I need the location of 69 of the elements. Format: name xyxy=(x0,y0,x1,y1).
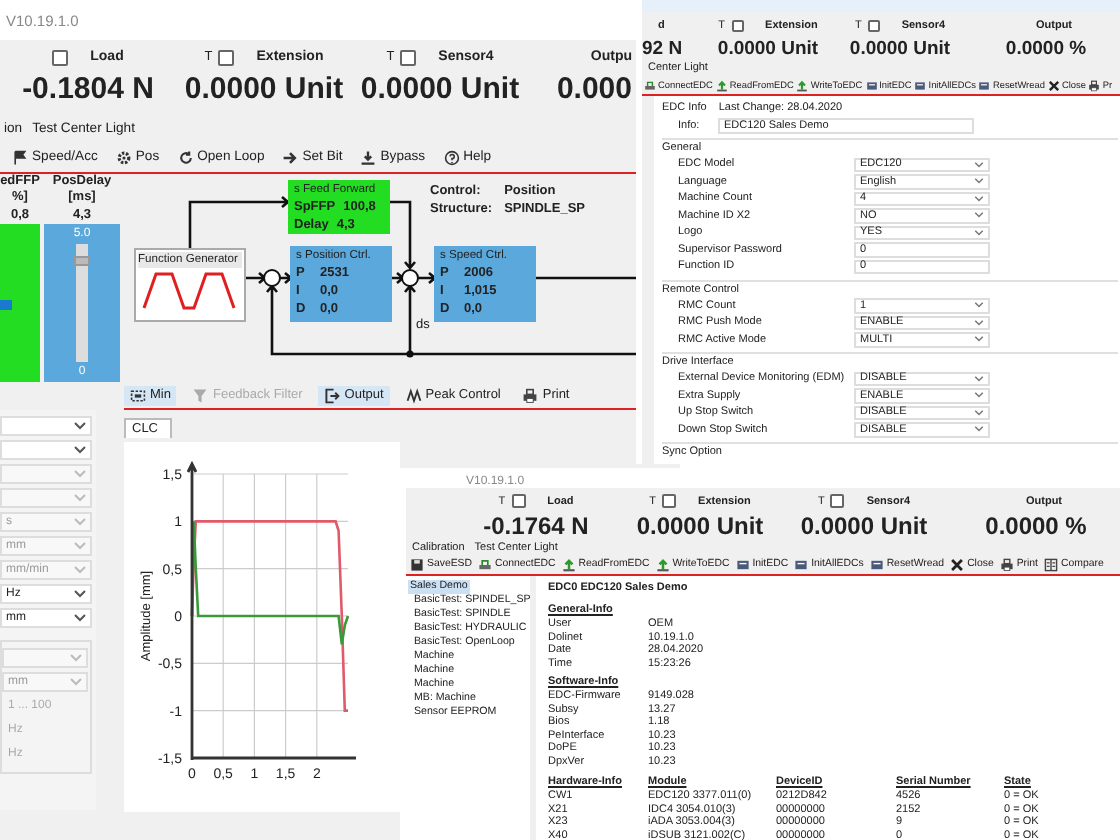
slider-thumb[interactable] xyxy=(0,299,12,309)
upload-icon xyxy=(715,79,728,92)
chip-icon xyxy=(735,557,750,572)
chevron-down-icon xyxy=(74,518,86,526)
chip-icon xyxy=(914,79,927,92)
wave-icon xyxy=(405,387,422,403)
sensor-value: -0.1764 N xyxy=(483,512,589,541)
slider-thumb[interactable] xyxy=(74,256,90,267)
checkbox[interactable] xyxy=(662,494,677,509)
sensor-value: 0.0000 Unit xyxy=(636,512,764,541)
sensor-value: -0.1804 N xyxy=(22,72,154,106)
gear-icon xyxy=(115,149,132,165)
sensor-value: 92 N xyxy=(642,38,683,61)
sensor-value: 0.0000 % xyxy=(1005,38,1087,61)
help-icon xyxy=(443,149,460,165)
minimize-icon xyxy=(130,387,146,403)
upload-icon xyxy=(561,557,576,572)
summing-junction-icon xyxy=(401,269,419,287)
circular-arrow-icon xyxy=(177,149,194,165)
exit-arrow-icon xyxy=(324,387,341,403)
checkbox[interactable] xyxy=(52,49,69,65)
close-icon xyxy=(950,557,965,572)
sensor-value: 0.0000 % xyxy=(985,512,1087,541)
sensor-value: 0.0000 Unit xyxy=(849,38,951,61)
sensor-value: 0.0000 Unit xyxy=(184,72,344,106)
flag-icon xyxy=(12,149,28,165)
chevron-down-icon xyxy=(74,446,86,454)
chevron-down-icon xyxy=(74,590,86,598)
upload-icon xyxy=(655,557,670,572)
sensor-value: 0.0000 Unit xyxy=(360,72,520,106)
chevron-down-icon xyxy=(74,566,86,574)
dropdown[interactable] xyxy=(0,440,92,460)
checkbox[interactable] xyxy=(218,49,235,65)
checkbox[interactable] xyxy=(511,494,526,509)
chip-icon xyxy=(865,79,878,92)
checkbox[interactable] xyxy=(867,19,880,32)
sensor-value: 0.0000 Unit xyxy=(800,512,928,541)
chevron-down-icon xyxy=(74,542,86,550)
chevron-down-icon xyxy=(74,422,86,430)
chip-icon xyxy=(869,557,884,572)
right-arrow-icon xyxy=(282,149,299,165)
checkbox[interactable] xyxy=(400,49,417,65)
download-icon xyxy=(360,149,377,165)
chevron-down-icon xyxy=(74,470,86,478)
close-icon xyxy=(1047,79,1060,92)
funnel-icon xyxy=(192,387,209,403)
trapezoid-wave-drawing xyxy=(142,268,238,312)
checkbox[interactable] xyxy=(830,494,845,509)
upload-icon xyxy=(796,79,809,92)
chevron-down-icon xyxy=(70,654,82,662)
summing-junction-icon xyxy=(263,269,281,287)
compare-icon xyxy=(1044,557,1058,572)
plug-icon xyxy=(478,557,492,572)
signal-line xyxy=(188,195,291,250)
junction-dot-icon xyxy=(406,350,414,358)
printer-icon xyxy=(1088,79,1101,92)
chevron-down-icon xyxy=(70,678,82,686)
sensor-value: 0.0000 Unit xyxy=(717,38,819,61)
chevron-down-icon xyxy=(74,614,86,622)
plug-icon xyxy=(644,79,656,92)
sensor-value: 0.000 xyxy=(556,72,632,106)
chip-icon xyxy=(978,79,991,92)
chip-icon xyxy=(794,557,809,572)
checkbox[interactable] xyxy=(731,19,744,32)
dropdown[interactable] xyxy=(0,416,92,436)
printer-icon xyxy=(999,557,1014,572)
printer-icon xyxy=(522,387,539,403)
chevron-down-icon xyxy=(74,494,86,502)
slider-track[interactable] xyxy=(76,244,88,362)
